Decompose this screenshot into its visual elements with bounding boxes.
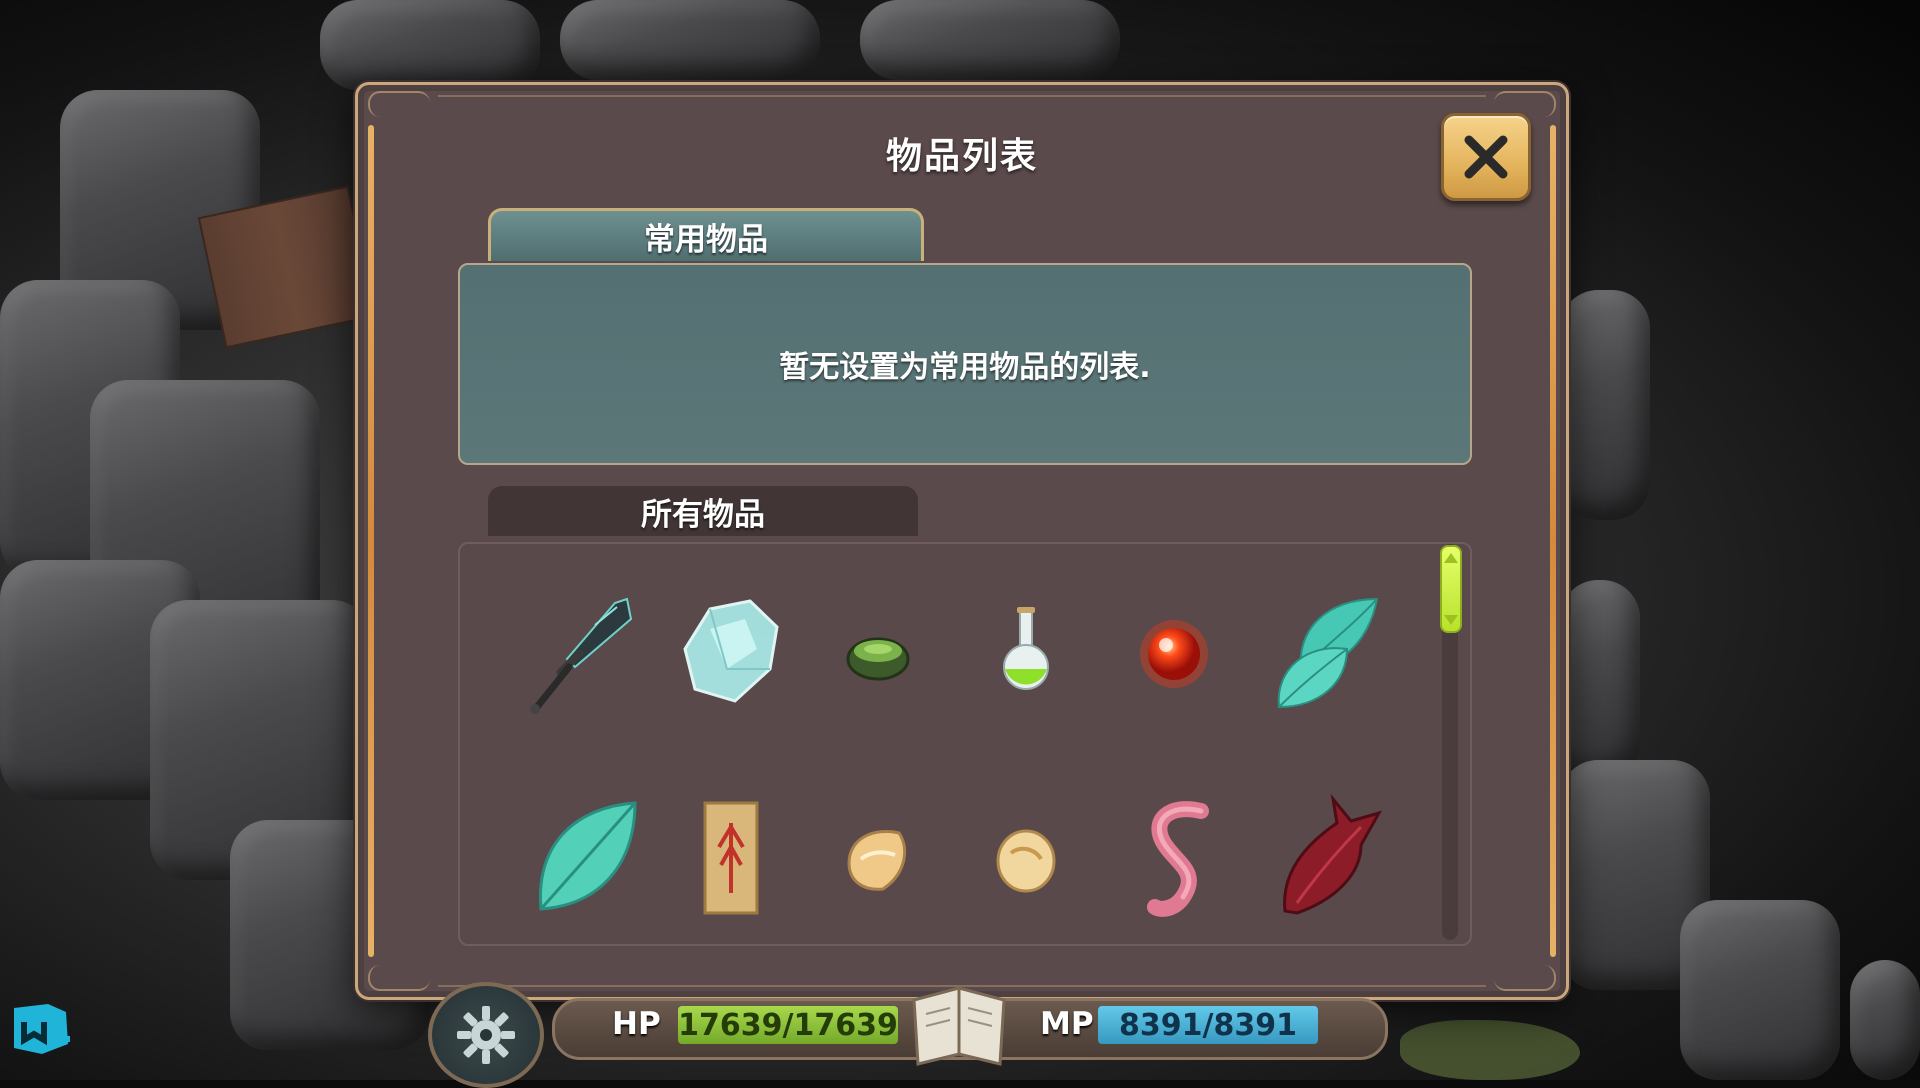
hp-value: 17639/17639 bbox=[678, 1007, 898, 1043]
item-slot[interactable] bbox=[660, 788, 800, 928]
item-list-dialog: 物品列表 常用物品 暂无设置为常用物品的列表. 所有物品 bbox=[355, 82, 1569, 1000]
corner-ornament bbox=[1494, 965, 1556, 991]
app-logo-icon bbox=[14, 1004, 70, 1054]
scroll-down-arrow-icon bbox=[1444, 615, 1458, 625]
dark-sword-icon bbox=[530, 597, 633, 714]
mp-bar: 8391/8391 bbox=[1098, 1006, 1318, 1044]
item-slot[interactable] bbox=[808, 584, 948, 724]
item-slot[interactable] bbox=[1104, 788, 1244, 928]
red-wing-icon bbox=[1283, 793, 1383, 915]
item-list-scroll-thumb[interactable] bbox=[1440, 545, 1462, 633]
green-bowl-icon bbox=[846, 637, 910, 681]
favorite-items-panel: 暂无设置为常用物品的列表. bbox=[458, 263, 1472, 465]
rune-scroll-icon bbox=[703, 801, 759, 915]
egg-stone-icon bbox=[996, 829, 1056, 893]
spellbook-button[interactable] bbox=[904, 980, 1014, 1072]
dialog-title: 物品列表 bbox=[885, 136, 1038, 177]
item-slot[interactable] bbox=[956, 584, 1096, 724]
hp-bar: 17639/17639 bbox=[678, 1006, 898, 1044]
item-slot[interactable] bbox=[1252, 788, 1392, 928]
green-potion-flask-icon bbox=[1003, 607, 1049, 690]
ice-crystal-icon bbox=[683, 599, 779, 703]
tab-favorite-items[interactable]: 常用物品 bbox=[488, 208, 924, 261]
gear-icon bbox=[457, 1006, 515, 1064]
item-slot[interactable] bbox=[1104, 584, 1244, 724]
item-slot[interactable] bbox=[512, 584, 652, 724]
hp-label: HP bbox=[612, 1006, 661, 1042]
item-grid bbox=[512, 584, 1383, 928]
pink-worm-icon bbox=[1147, 801, 1209, 917]
settings-button[interactable] bbox=[428, 982, 544, 1088]
favorite-empty-message: 暂无设置为常用物品的列表. bbox=[779, 350, 1151, 385]
corner-ornament bbox=[368, 965, 430, 991]
corner-ornament bbox=[368, 91, 430, 117]
item-slot[interactable] bbox=[956, 788, 1096, 928]
all-items-panel bbox=[458, 542, 1472, 946]
teal-leaves-icon bbox=[1277, 597, 1379, 709]
tab-all-items[interactable]: 所有物品 bbox=[488, 486, 918, 536]
item-slot[interactable] bbox=[1252, 584, 1392, 724]
spellbook-icon bbox=[912, 986, 1006, 1066]
mp-label: MP bbox=[1040, 1006, 1094, 1042]
dialog-left-rail bbox=[368, 125, 374, 957]
status-hud: HP 17639/17639 MP 8391/8391 bbox=[552, 986, 1388, 1066]
close-icon bbox=[1464, 135, 1508, 179]
close-button[interactable] bbox=[1441, 113, 1531, 201]
scroll-up-arrow-icon bbox=[1444, 553, 1458, 563]
item-slot[interactable] bbox=[512, 788, 652, 928]
item-slot[interactable] bbox=[660, 584, 800, 724]
red-orb-icon bbox=[1140, 620, 1208, 688]
dialog-right-rail bbox=[1550, 125, 1556, 957]
item-slot[interactable] bbox=[808, 788, 948, 928]
dialog-top-trim bbox=[438, 95, 1486, 97]
shell-fragment-icon bbox=[847, 830, 907, 891]
mp-value: 8391/8391 bbox=[1119, 1007, 1297, 1043]
teal-leaf-icon bbox=[538, 801, 637, 911]
